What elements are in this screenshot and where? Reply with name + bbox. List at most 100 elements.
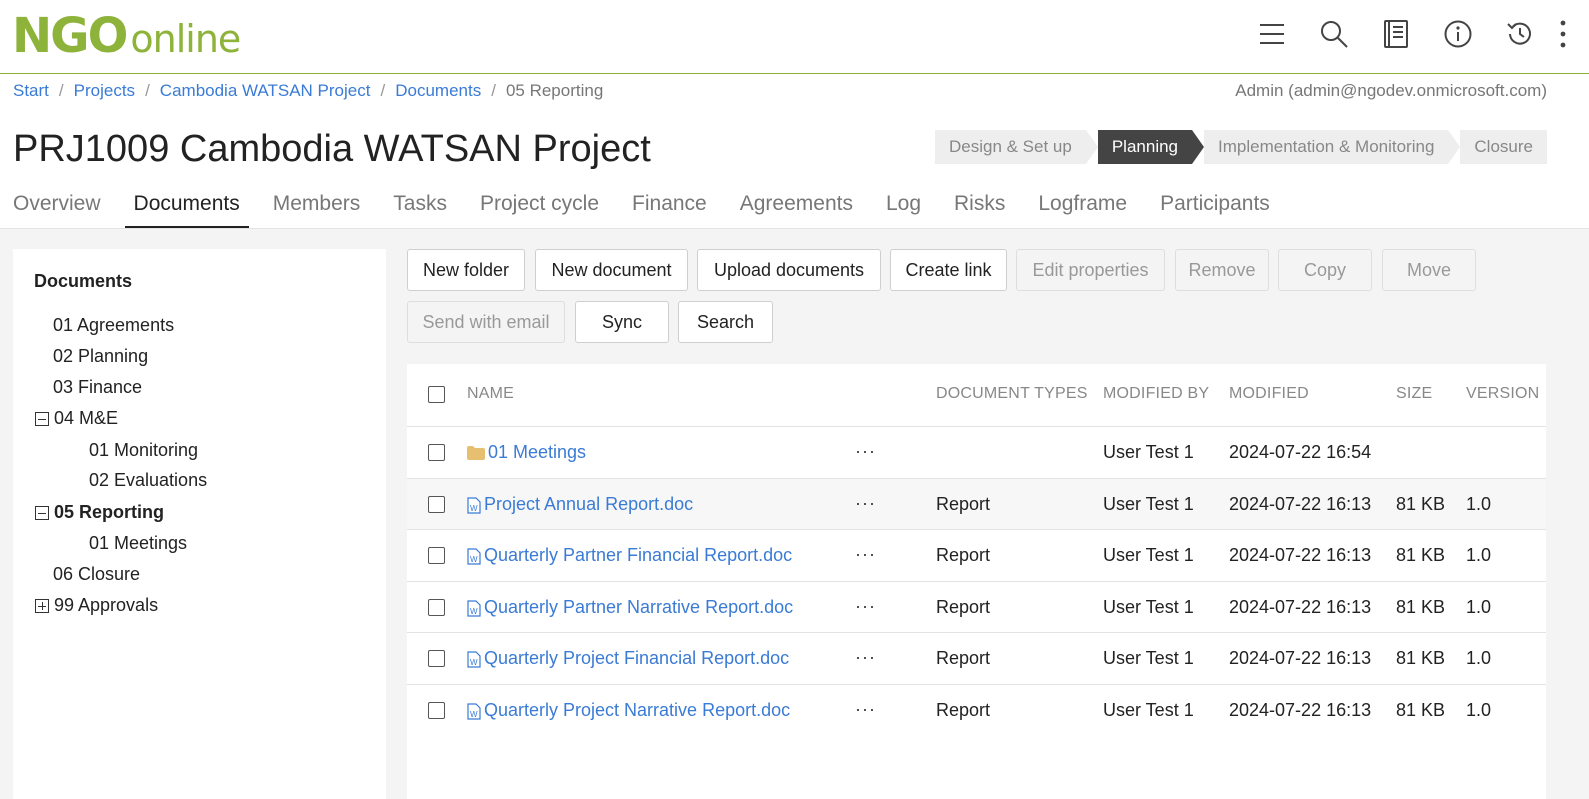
tree-item-01-agreements[interactable]: 01 Agreements: [53, 315, 174, 336]
tree-item-01-meetings[interactable]: 01 Meetings: [89, 533, 187, 554]
book-icon[interactable]: [1365, 14, 1427, 54]
document-name-link[interactable]: W Quarterly Partner Financial Report.doc: [467, 545, 792, 566]
tree-item-04-me[interactable]: 04 M&E: [35, 408, 118, 429]
modified-by: User Test 1: [1103, 494, 1194, 514]
phase-planning[interactable]: Planning: [1097, 130, 1205, 164]
version: 1.0: [1466, 648, 1492, 668]
upload-documents-button[interactable]: Upload documents: [697, 249, 881, 291]
tree-item-label: 04 M&E: [54, 408, 119, 428]
edit-properties-button[interactable]: Edit properties: [1016, 249, 1165, 291]
row-checkbox[interactable]: [428, 599, 445, 616]
word-doc-icon: W: [467, 703, 481, 720]
tree-item-05-reporting[interactable]: 05 Reporting: [35, 502, 164, 523]
more-vertical-icon[interactable]: [1551, 14, 1575, 54]
info-icon[interactable]: [1427, 14, 1489, 54]
logo-main-text: NGO: [12, 8, 128, 64]
row-checkbox[interactable]: [428, 702, 445, 719]
breadcrumb-projects[interactable]: Projects: [74, 81, 135, 101]
row-more-menu-icon[interactable]: ···: [855, 544, 876, 565]
tab-finance[interactable]: Finance: [623, 186, 716, 228]
sync-button[interactable]: Sync: [575, 301, 669, 343]
column-header-name[interactable]: NAME: [467, 385, 514, 403]
phase-implementation-monitoring[interactable]: Implementation & Monitoring: [1204, 130, 1461, 164]
menu-icon[interactable]: [1241, 14, 1303, 54]
document-name-link[interactable]: W Quarterly Partner Narrative Report.doc: [467, 597, 793, 618]
table-row[interactable]: W Quarterly Partner Narrative Report.doc …: [407, 581, 1546, 633]
column-header-modified-by[interactable]: MODIFIED BY: [1103, 385, 1209, 403]
tab-risks[interactable]: Risks: [945, 186, 1014, 228]
user-info[interactable]: Admin (admin@ngodev.onmicrosoft.com): [1235, 81, 1547, 101]
row-checkbox[interactable]: [428, 650, 445, 667]
tab-log[interactable]: Log: [877, 186, 930, 228]
tree-item-02-planning[interactable]: 02 Planning: [53, 346, 148, 367]
top-bar: NGO online: [0, 0, 1589, 74]
breadcrumb-documents[interactable]: Documents: [395, 81, 481, 101]
row-more-menu-icon[interactable]: ···: [855, 493, 876, 514]
row-more-menu-icon[interactable]: ···: [855, 596, 876, 617]
row-more-menu-icon[interactable]: ···: [855, 441, 876, 462]
document-name: Quarterly Project Financial Report.doc: [484, 648, 790, 668]
history-icon[interactable]: [1489, 14, 1551, 54]
document-name-link[interactable]: W Project Annual Report.doc: [467, 494, 693, 515]
tree-item-01-monitoring[interactable]: 01 Monitoring: [89, 440, 198, 461]
tab-members[interactable]: Members: [264, 186, 370, 228]
row-checkbox[interactable]: [428, 547, 445, 564]
new-folder-button[interactable]: New folder: [407, 249, 525, 291]
search-icon[interactable]: [1303, 14, 1365, 54]
column-header-size[interactable]: SIZE: [1396, 385, 1432, 403]
tab-participants[interactable]: Participants: [1151, 186, 1279, 228]
row-checkbox[interactable]: [428, 496, 445, 513]
collapse-minus-icon[interactable]: [35, 411, 49, 426]
column-header-modified[interactable]: MODIFIED: [1229, 385, 1309, 403]
tab-documents[interactable]: Documents: [124, 186, 249, 228]
table-row[interactable]: W Quarterly Project Narrative Report.doc …: [407, 684, 1546, 736]
send-with-email-button[interactable]: Send with email: [407, 301, 565, 343]
table-row[interactable]: 01 Meetings ··· User Test 1 2024-07-22 1…: [407, 426, 1546, 478]
create-link-button[interactable]: Create link: [890, 249, 1007, 291]
move-button[interactable]: Move: [1382, 249, 1476, 291]
document-name: 01 Meetings: [488, 442, 587, 462]
collapse-minus-icon[interactable]: [35, 505, 49, 520]
column-header-version[interactable]: VERSION: [1466, 385, 1539, 403]
search-button[interactable]: Search: [678, 301, 773, 343]
tab-logframe[interactable]: Logframe: [1029, 186, 1136, 228]
row-checkbox[interactable]: [428, 444, 445, 461]
tree-item-02-evaluations[interactable]: 02 Evaluations: [89, 470, 207, 491]
header-icons: [1241, 14, 1575, 54]
modified-by: User Test 1: [1103, 545, 1194, 565]
tab-overview[interactable]: Overview: [4, 186, 110, 228]
document-name-link[interactable]: 01 Meetings: [467, 442, 586, 463]
new-document-button[interactable]: New document: [535, 249, 688, 291]
tab-tasks[interactable]: Tasks: [384, 186, 456, 228]
breadcrumb-project[interactable]: Cambodia WATSAN Project: [160, 81, 371, 101]
expand-plus-icon[interactable]: [35, 598, 49, 613]
table-row[interactable]: W Project Annual Report.doc ··· Report Us…: [407, 478, 1546, 530]
phase-design-setup[interactable]: Design & Set up: [934, 130, 1098, 164]
tree-title[interactable]: Documents: [34, 271, 132, 292]
tab-agreements[interactable]: Agreements: [731, 186, 862, 228]
document-name-link[interactable]: W Quarterly Project Narrative Report.doc: [467, 700, 790, 721]
tree-item-06-closure[interactable]: 06 Closure: [53, 564, 140, 585]
remove-button[interactable]: Remove: [1175, 249, 1269, 291]
file-size: 81 KB: [1396, 494, 1446, 514]
modified-by: User Test 1: [1103, 597, 1194, 617]
file-size: 81 KB: [1396, 545, 1446, 565]
phase-closure[interactable]: Closure: [1460, 130, 1547, 164]
svg-text:W: W: [470, 607, 478, 616]
select-all-checkbox[interactable]: [428, 386, 445, 403]
svg-text:W: W: [470, 658, 478, 667]
document-name-link[interactable]: W Quarterly Project Financial Report.doc: [467, 648, 789, 669]
row-more-menu-icon[interactable]: ···: [855, 699, 876, 720]
table-row[interactable]: W Quarterly Project Financial Report.doc …: [407, 632, 1546, 684]
breadcrumb-start[interactable]: Start: [13, 81, 49, 101]
table-row[interactable]: W Quarterly Partner Financial Report.doc …: [407, 529, 1546, 581]
column-header-document-types[interactable]: DOCUMENT TYPES: [936, 385, 1088, 403]
document-type: Report: [936, 597, 991, 617]
row-more-menu-icon[interactable]: ···: [855, 647, 876, 668]
copy-button[interactable]: Copy: [1278, 249, 1372, 291]
tree-item-99-approvals[interactable]: 99 Approvals: [35, 595, 158, 616]
tree-item-03-finance[interactable]: 03 Finance: [53, 377, 142, 398]
ngo-online-logo[interactable]: NGO online: [12, 8, 241, 64]
tab-project-cycle[interactable]: Project cycle: [471, 186, 608, 228]
version: 1.0: [1466, 700, 1492, 720]
